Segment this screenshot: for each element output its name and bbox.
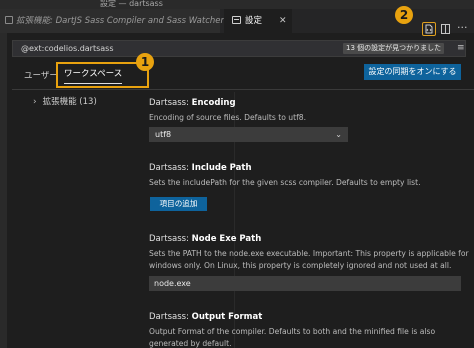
tab-extension-label: 拡張機能: DartJS Sass Compiler and Sass Watc… <box>16 16 224 26</box>
tab-workspace-label: ワークスペース <box>64 69 123 79</box>
window-title: 設定 — dartsass <box>100 0 163 8</box>
setting-title: Dartsass: Output Format <box>149 312 469 322</box>
more-actions-icon[interactable]: ··· <box>457 21 468 34</box>
settings-search-box[interactable]: 13 個の設定が見つかりました ≡ <box>12 40 466 57</box>
node-exe-path-input[interactable] <box>149 276 461 291</box>
tab-user-scope[interactable]: ユーザー <box>24 69 58 81</box>
setting-include-path: Dartsass: Include Path Sets the includeP… <box>149 163 469 189</box>
setting-prefix: Dartsass: <box>149 163 192 173</box>
setting-prefix: Dartsass: <box>149 98 192 108</box>
search-result-count: 13 個の設定が見つかりました <box>343 43 445 54</box>
setting-prefix: Dartsass: <box>149 312 192 322</box>
turn-on-settings-sync-button[interactable]: 設定の同期をオンにする <box>364 64 461 80</box>
setting-title: Dartsass: Node Exe Path <box>149 234 469 244</box>
toc-item-extensions[interactable]: › 拡張機能 (13) <box>33 95 97 107</box>
filter-icon[interactable]: ≡ <box>457 42 465 55</box>
chevron-right-icon: › <box>33 97 37 107</box>
setting-title: Dartsass: Include Path <box>149 163 469 173</box>
setting-description: Sets the includePath for the given scss … <box>149 178 421 187</box>
header-divider <box>12 89 474 90</box>
chevron-down-icon: ⌄ <box>335 130 342 139</box>
tab-extension[interactable]: 拡張機能: DartJS Sass Compiler and Sass Watc… <box>0 9 224 33</box>
settings-tab-icon <box>232 16 241 24</box>
settings-search-input[interactable] <box>21 41 321 56</box>
tab-settings[interactable]: 設定 ✕ <box>224 9 292 33</box>
setting-node-exe-path: Dartsass: Node Exe Path Sets the PATH to… <box>149 234 469 272</box>
extension-tab-icon <box>5 16 13 24</box>
setting-encoding: Dartsass: Encoding Encoding of source fi… <box>149 98 469 124</box>
add-item-button[interactable]: 項目の追加 <box>150 197 207 211</box>
tab-settings-label: 設定 <box>245 16 263 26</box>
setting-name: Encoding <box>191 98 236 108</box>
encoding-select-value: utf8 <box>155 130 172 139</box>
left-edge-panel <box>0 33 7 348</box>
setting-name: Output Format <box>191 312 263 322</box>
setting-description: Encoding of source files. Defaults to ut… <box>149 113 306 122</box>
open-settings-json-icon[interactable] <box>422 22 436 36</box>
tab-workspace-scope[interactable]: ワークスペース <box>56 62 149 88</box>
setting-description: Output Format of the compiler. Defaults … <box>149 327 436 348</box>
setting-prefix: Dartsass: <box>149 234 192 244</box>
toc-item-label: 拡張機能 (13) <box>42 97 97 107</box>
setting-output-format: Dartsass: Output Format Output Format of… <box>149 312 469 348</box>
setting-name: Node Exe Path <box>191 234 262 244</box>
callout-badge-1: 1 <box>136 53 154 71</box>
split-editor-icon[interactable] <box>441 24 450 34</box>
setting-name: Include Path <box>191 163 252 173</box>
setting-description: Sets the PATH to the node.exe executable… <box>149 249 469 270</box>
setting-title: Dartsass: Encoding <box>149 98 469 108</box>
encoding-select[interactable]: utf8 ⌄ <box>149 127 348 142</box>
close-icon[interactable]: ✕ <box>279 9 287 33</box>
callout-badge-2: 2 <box>395 6 413 24</box>
